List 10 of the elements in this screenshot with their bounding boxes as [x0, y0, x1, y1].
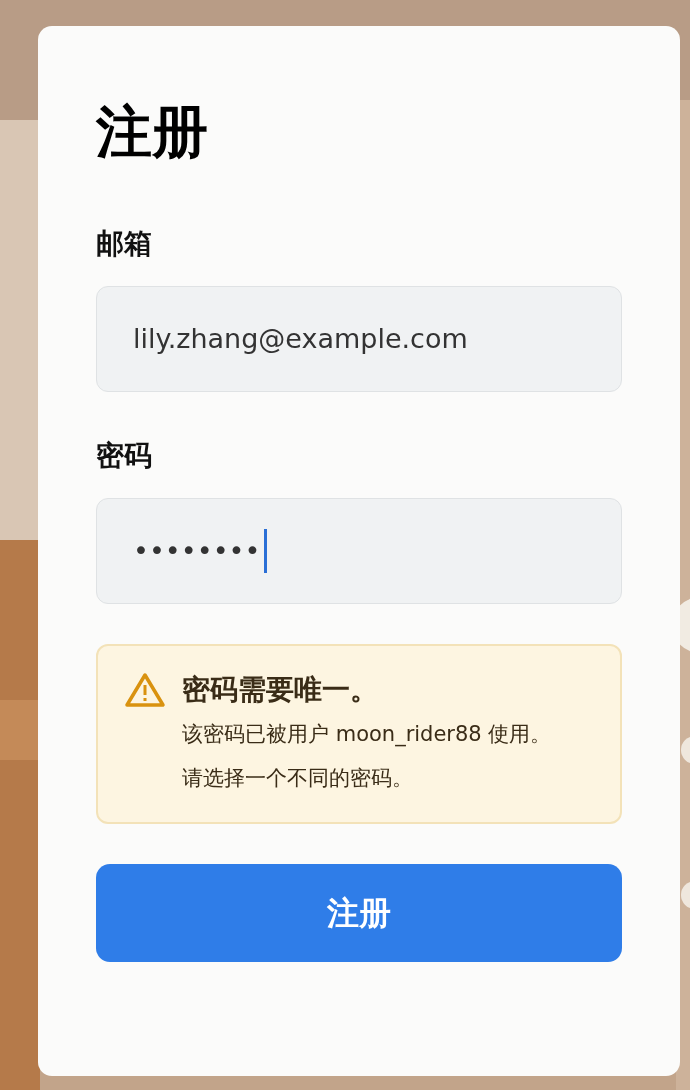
- alert-title: 密码需要唯一。: [182, 672, 379, 708]
- page-title: 注册: [96, 98, 208, 166]
- input-field[interactable]: ••••••••: [96, 498, 622, 604]
- field-label: 邮箱: [96, 226, 152, 262]
- alert-message: 请选择一个不同的密码。: [182, 765, 414, 792]
- register-button[interactable]: 注册: [96, 864, 622, 962]
- warning-icon: [124, 672, 166, 708]
- alert-message: 该密码已被用户 moon_rider88 使用。: [182, 721, 552, 749]
- input-field[interactable]: lily.zhang@example.com: [96, 286, 622, 392]
- field-label: 密码: [96, 438, 152, 474]
